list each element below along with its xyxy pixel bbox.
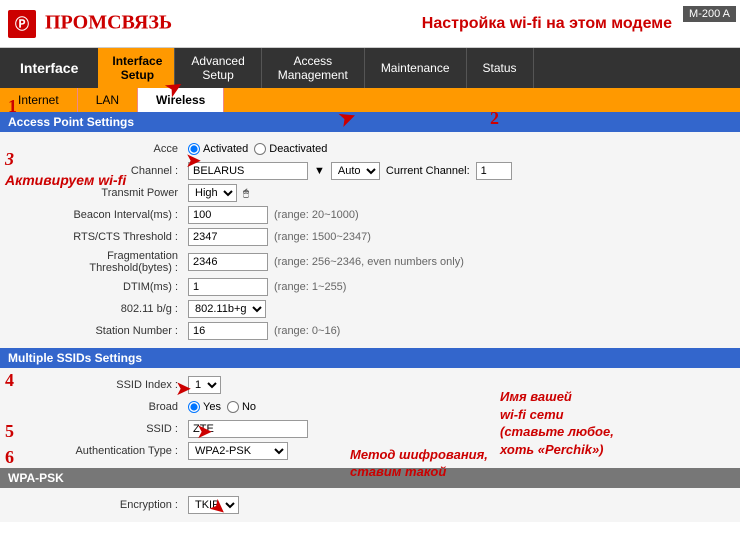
- form-row-encryption: Encryption : TKIP: [0, 494, 740, 516]
- logo: Ⓟ ПРОМСВЯЗЬ: [8, 10, 172, 38]
- auth-select[interactable]: WPA2-PSK: [188, 442, 288, 460]
- num-2: 2: [490, 108, 499, 129]
- label-frag: FragmentationThreshold(bytes) :: [8, 250, 188, 274]
- control-transmit: High 🖱: [188, 184, 249, 202]
- section-ssids: Multiple SSIDs Settings: [0, 348, 740, 368]
- control-80211: 802.11b+g: [188, 300, 266, 318]
- label-auth: Authentication Type :: [8, 445, 188, 457]
- tab-maintenance[interactable]: Maintenance: [365, 48, 467, 88]
- label-ssid: SSID :: [8, 423, 188, 435]
- ann-6-text: Метод шифрования, ставим такой: [350, 447, 488, 481]
- tab-interface[interactable]: Interface: [0, 48, 100, 88]
- form-row-frag: FragmentationThreshold(bytes) : (range: …: [0, 248, 740, 276]
- arrow-4: ➤: [175, 376, 192, 401]
- tab-advanced-setup[interactable]: AdvancedSetup: [175, 48, 261, 88]
- label-rts: RTS/CTS Threshold :: [8, 231, 188, 243]
- form-row-ssid-index: SSID Index : 1: [0, 374, 740, 396]
- page-title: Настройка wi-fi на этом модеме: [422, 15, 672, 33]
- sub-tabs: Internet LAN Wireless: [0, 88, 740, 112]
- label-broadcast: Broad: [8, 401, 188, 413]
- control-station: (range: 0~16): [188, 322, 340, 340]
- ssid-index-select[interactable]: 1: [188, 376, 221, 394]
- control-dtim: (range: 1~255): [188, 278, 346, 296]
- form-row-station: Station Number : (range: 0~16): [0, 320, 740, 342]
- label-80211: 802.11 b/g :: [8, 303, 188, 315]
- channel-input[interactable]: [188, 162, 308, 180]
- label-beacon: Beacon Interval(ms) :: [8, 209, 188, 221]
- form-row-80211: 802.11 b/g : 802.11b+g: [0, 298, 740, 320]
- control-channel: ▼ Auto Current Channel:: [188, 162, 512, 180]
- control-beacon: (range: 20~1000): [188, 206, 359, 224]
- label-encryption: Encryption :: [8, 499, 188, 511]
- radio-yes-input[interactable]: [188, 401, 200, 413]
- num-6: 6: [5, 447, 14, 468]
- radio-no-input[interactable]: [227, 401, 239, 413]
- label-station: Station Number :: [8, 325, 188, 337]
- subtab-lan[interactable]: LAN: [78, 88, 138, 112]
- station-range: (range: 0~16): [274, 325, 340, 337]
- control-auth: WPA2-PSK: [188, 442, 288, 460]
- tab-access-management[interactable]: AccessManagement: [262, 48, 365, 88]
- current-channel-label: Current Channel:: [386, 165, 470, 177]
- form-row-dtim: DTIM(ms) : (range: 1~255): [0, 276, 740, 298]
- ann-5-text: Имя вашей wi-fi сети (ставьте любое, хот…: [500, 388, 614, 458]
- dtim-range: (range: 1~255): [274, 281, 346, 293]
- radio-yes[interactable]: Yes: [188, 401, 221, 413]
- beacon-input[interactable]: [188, 206, 268, 224]
- ann-3-text: 3 Активируем wi-fi: [5, 148, 126, 190]
- label-ssid-index: SSID Index :: [8, 379, 188, 391]
- current-channel-input[interactable]: [476, 162, 512, 180]
- num-1: 1: [8, 96, 17, 117]
- control-acce: Activated Deactivated: [188, 143, 327, 155]
- radio-no[interactable]: No: [227, 401, 256, 413]
- header: Ⓟ ПРОМСВЯЗЬ Настройка wi-fi на этом моде…: [0, 0, 740, 48]
- dtim-input[interactable]: [188, 278, 268, 296]
- tab-status[interactable]: Status: [467, 48, 534, 88]
- control-broadcast: Yes No: [188, 401, 256, 413]
- label-dtim: DTIM(ms) :: [8, 281, 188, 293]
- model-badge: M-200 A: [683, 6, 736, 22]
- frag-range: (range: 256~2346, even numbers only): [274, 256, 464, 268]
- control-rts: (range: 1500~2347): [188, 228, 371, 246]
- form-row-rts: RTS/CTS Threshold : (range: 1500~2347): [0, 226, 740, 248]
- radio-deactivated[interactable]: Deactivated: [254, 143, 327, 155]
- control-ssid-index: 1: [188, 376, 221, 394]
- arrow-5: ➤: [196, 419, 213, 444]
- transmit-help-icon[interactable]: 🖱: [243, 188, 249, 199]
- logo-text: ПРОМСВЯЗЬ: [45, 11, 172, 33]
- rts-input[interactable]: [188, 228, 268, 246]
- logo-icon: Ⓟ: [8, 10, 36, 38]
- num-4: 4: [5, 370, 14, 391]
- transmit-select[interactable]: High: [188, 184, 237, 202]
- beacon-range: (range: 20~1000): [274, 209, 359, 221]
- form-row-ssid: SSID :: [0, 418, 740, 440]
- control-frag: (range: 256~2346, even numbers only): [188, 253, 464, 271]
- arrow-3: ➤: [185, 148, 202, 173]
- form-row-beacon: Beacon Interval(ms) : (range: 20~1000): [0, 204, 740, 226]
- radio-deactivated-input[interactable]: [254, 143, 266, 155]
- 80211-select[interactable]: 802.11b+g: [188, 300, 266, 318]
- section-access-point: Access Point Settings: [0, 112, 740, 132]
- channel-dropdown-icon: ▼: [314, 165, 325, 177]
- nav-tabs: Interface InterfaceSetup AdvancedSetup A…: [0, 48, 740, 88]
- num-5: 5: [5, 421, 14, 442]
- channel-auto-select[interactable]: Auto: [331, 162, 380, 180]
- rts-range: (range: 1500~2347): [274, 231, 371, 243]
- wpa-form: Encryption : TKIP: [0, 488, 740, 522]
- frag-input[interactable]: [188, 253, 268, 271]
- form-row-broadcast: Broad Yes No: [0, 396, 740, 418]
- station-input[interactable]: [188, 322, 268, 340]
- interface-label: Interface: [20, 60, 78, 76]
